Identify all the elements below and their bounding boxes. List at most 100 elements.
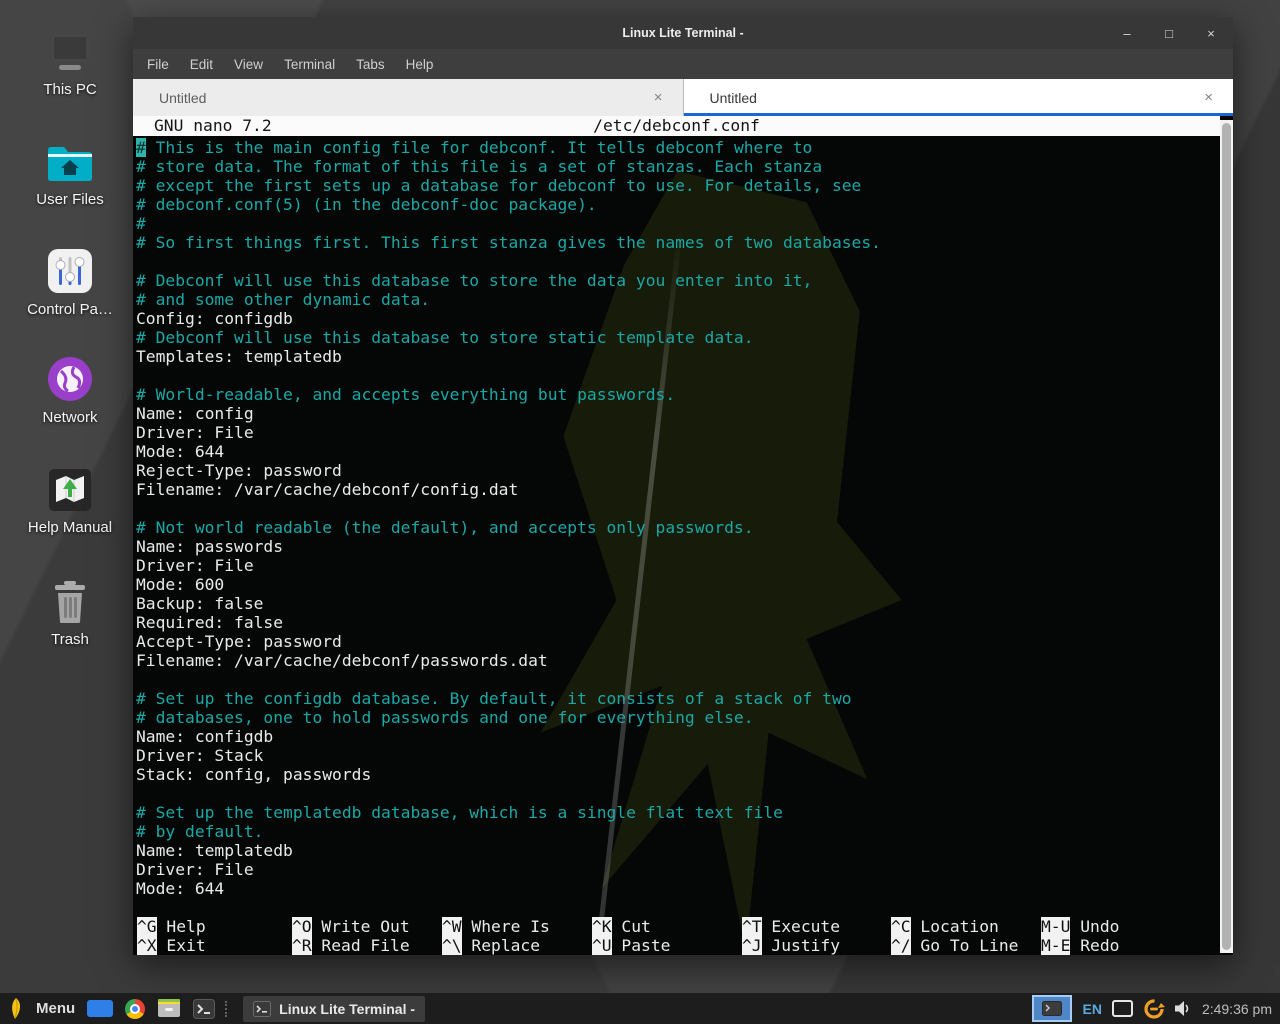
terminal-screen[interactable]: GNU nano 7.2 /etc/debconf.conf # This is… — [133, 116, 1233, 955]
shortcut-entry: ^\ Replace — [442, 936, 550, 955]
terminal-line: Accept-Type: password — [136, 632, 1217, 651]
desktop-icon-control-panel[interactable]: Control Pa… — [16, 246, 124, 318]
shortcut-label: Redo — [1070, 936, 1119, 955]
menu-button[interactable]: Menu — [36, 1000, 75, 1017]
menu-item-tabs[interactable]: Tabs — [356, 57, 385, 72]
shortcut-label: Help — [157, 917, 206, 936]
tab-untitled-1[interactable]: Untitled × — [133, 79, 684, 116]
tab-untitled-2[interactable]: Untitled × — [684, 79, 1234, 116]
menu-item-help[interactable]: Help — [406, 57, 434, 72]
nano-titlebar: GNU nano 7.2 /etc/debconf.conf — [133, 116, 1220, 136]
shortcut-column: ^O Write Out^R Read File — [292, 917, 410, 955]
terminal-window: Linux Lite Terminal - – □ × File Edit View… — [133, 17, 1233, 955]
volume-icon[interactable] — [1175, 1001, 1192, 1016]
terminal-line: # Debconf will use this database to stor… — [136, 328, 1217, 347]
terminal-line: Backup: false — [136, 594, 1217, 613]
chrome-browser-icon[interactable] — [125, 999, 145, 1019]
terminal-line: Name: configdb — [136, 727, 1217, 746]
shortcut-entry: ^W Where Is — [442, 917, 550, 936]
shortcut-column: ^T Execute^J Justify — [742, 917, 840, 955]
shortcut-label: Replace — [462, 936, 540, 955]
terminal-line: Name: passwords — [136, 537, 1217, 556]
taskbar-window-button[interactable]: Linux Lite Terminal - — [243, 996, 425, 1022]
titlebar[interactable]: Linux Lite Terminal - – □ × — [133, 17, 1233, 49]
tab-close-icon[interactable]: × — [654, 89, 663, 106]
shortcut-entry: M-U Undo — [1041, 917, 1119, 936]
minimize-icon[interactable]: – — [1119, 26, 1135, 41]
terminal-line: Driver: File — [136, 860, 1217, 879]
menu-item-edit[interactable]: Edit — [190, 57, 213, 72]
shortcut-key: ^R — [292, 936, 312, 955]
shortcut-label: Cut — [612, 917, 651, 936]
desktop-icon-user-files[interactable]: User Files — [16, 136, 124, 208]
desktop-icon-label: Trash — [51, 631, 89, 648]
language-indicator[interactable]: EN — [1082, 1001, 1101, 1017]
file-manager-icon[interactable] — [157, 999, 181, 1018]
menubar: File Edit View Terminal Tabs Help — [133, 49, 1233, 79]
nano-shortcut-bar: ^G Help^X Exit ^O Write Out^R Read File ^W… — [136, 917, 1217, 955]
terminal-line: Config: configdb — [136, 309, 1217, 328]
workspace-switcher[interactable] — [1032, 995, 1072, 1022]
menu-item-view[interactable]: View — [234, 57, 263, 72]
shortcut-column: ^C Location^/ Go To Line — [891, 917, 1018, 955]
terminal-line: Stack: config, passwords — [136, 765, 1217, 784]
shortcut-column: ^W Where Is^\ Replace — [442, 917, 550, 955]
linux-lite-logo-icon[interactable] — [8, 998, 24, 1020]
display-tray-icon[interactable] — [1112, 1000, 1133, 1017]
shortcut-entry: ^R Read File — [292, 936, 410, 955]
tab-label: Untitled — [710, 90, 757, 106]
clock[interactable]: 2:49:36 pm — [1202, 1001, 1272, 1017]
shortcut-entry: ^U Paste — [592, 936, 670, 955]
terminal-line: Templates: templatedb — [136, 347, 1217, 366]
terminal-line: # debconf.conf(5) (in the debconf-doc pa… — [136, 195, 1217, 214]
shortcut-key: ^X — [137, 936, 157, 955]
terminal-line: # and some other dynamic data. — [136, 290, 1217, 309]
workspace-terminal-icon — [1042, 1001, 1062, 1016]
desktop-icon-label: User Files — [36, 191, 104, 208]
desktop-icon-help-manual[interactable]: Help Manual — [16, 464, 124, 536]
shortcut-key: ^U — [592, 936, 612, 955]
terminal-line: # by default. — [136, 822, 1217, 841]
folder-home-icon — [45, 136, 95, 184]
maximize-icon[interactable]: □ — [1161, 26, 1177, 41]
shortcut-entry: ^T Execute — [742, 917, 840, 936]
terminal-line: Driver: File — [136, 556, 1217, 575]
terminal-line: Name: templatedb — [136, 841, 1217, 860]
shortcut-entry: ^X Exit — [137, 936, 206, 955]
tab-close-icon[interactable]: × — [1204, 89, 1213, 106]
shortcut-key: M-E — [1041, 936, 1070, 955]
desktop-icon-this-pc[interactable]: This PC — [16, 26, 124, 98]
desktop: This PC User Files Contro — [0, 0, 1280, 1024]
desktop-icon-trash[interactable]: Trash — [16, 576, 124, 648]
desktop-icon-network[interactable]: Network — [16, 354, 124, 426]
desktop-icon-label: This PC — [43, 81, 96, 98]
desktop-icon-label: Control Pa… — [27, 301, 113, 318]
shortcut-entry: ^G Help — [137, 917, 206, 936]
terminal-line: # Set up the configdb database. By defau… — [136, 689, 1217, 708]
terminal-line: Mode: 600 — [136, 575, 1217, 594]
terminal-launcher-icon[interactable] — [193, 999, 215, 1019]
terminal-line: # Debconf will use this database to stor… — [136, 271, 1217, 290]
shortcut-label: Where Is — [462, 917, 550, 936]
menu-item-file[interactable]: File — [147, 57, 169, 72]
terminal-line: # — [136, 214, 1217, 233]
terminal-scrollbar[interactable] — [1220, 120, 1233, 953]
computer-icon — [44, 26, 96, 74]
terminal-line-cursor: # This is the main config file for debco… — [136, 138, 1217, 157]
tabbar: Untitled × Untitled × — [133, 79, 1233, 116]
close-icon[interactable]: × — [1203, 26, 1219, 41]
update-notifier-icon[interactable] — [1143, 998, 1165, 1020]
show-desktop-icon[interactable] — [87, 1000, 113, 1017]
shortcut-key: ^\ — [442, 936, 462, 955]
scrollbar-thumb[interactable] — [1222, 123, 1231, 950]
network-globe-icon — [47, 354, 93, 402]
shortcut-key: ^J — [742, 936, 762, 955]
menu-item-terminal[interactable]: Terminal — [284, 57, 335, 72]
shortcut-column: ^G Help^X Exit — [137, 917, 206, 955]
shortcut-column: M-U UndoM-E Redo — [1041, 917, 1119, 955]
shortcut-key: ^T — [742, 917, 762, 936]
terminal-line: Driver: File — [136, 423, 1217, 442]
terminal-line: # Set up the templatedb database, which … — [136, 803, 1217, 822]
text-cursor: # — [136, 138, 146, 157]
shortcut-entry: ^C Location — [891, 917, 1018, 936]
